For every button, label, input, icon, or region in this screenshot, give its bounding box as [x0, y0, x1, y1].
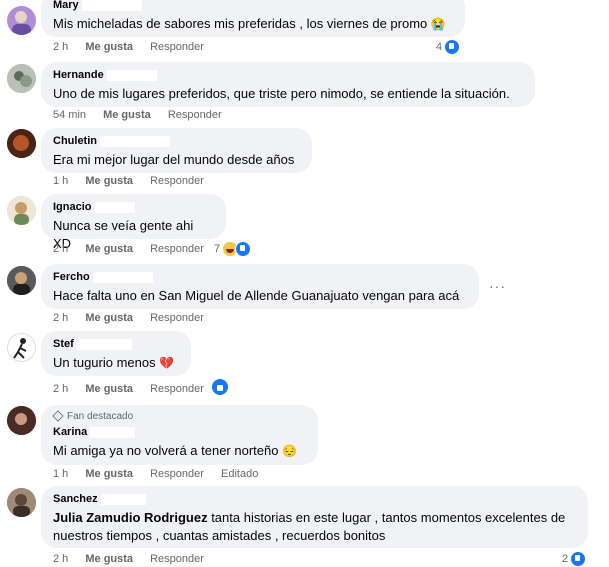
avatar[interactable]	[7, 129, 36, 158]
avatar[interactable]	[7, 488, 36, 517]
comment-actions: 2 h Me gusta Responder	[53, 41, 218, 53]
top-fan-badge: Fan destacado	[52, 410, 306, 423]
like-button[interactable]: Me gusta	[85, 383, 133, 395]
comment-actions: 2 h Me gusta Responder	[53, 553, 218, 565]
commenter-name[interactable]: Karina	[53, 425, 306, 439]
reply-button[interactable]: Responder	[150, 175, 204, 187]
like-reaction-icon	[444, 39, 461, 55]
like-button[interactable]: Me gusta	[103, 109, 151, 121]
reply-button[interactable]: Responder	[150, 553, 204, 565]
reply-button[interactable]: Responder	[150, 243, 204, 255]
comment-text: Julia Zamudio Rodriguez tanta historias …	[53, 510, 566, 543]
commenter-name[interactable]: Mary	[53, 0, 453, 12]
comment-text: Hace falta uno en San Miguel de Allende …	[53, 288, 460, 303]
avatar[interactable]	[7, 406, 36, 435]
commenter-name[interactable]: Fercho	[53, 270, 467, 284]
like-button[interactable]: Me gusta	[85, 312, 133, 324]
avatar[interactable]	[7, 266, 36, 295]
comment-actions: 1 h Me gusta Responder Editado	[53, 468, 272, 480]
comment-actions: 2 h Me gusta Responder	[53, 383, 218, 395]
comment-bubble: Sanchez Julia Zamudio Rodriguez tanta hi…	[41, 486, 588, 548]
like-reaction-icon[interactable]	[212, 379, 228, 395]
more-options-icon[interactable]: ···	[489, 278, 506, 294]
crying-emoji-icon: 😭	[430, 17, 446, 31]
reply-button[interactable]: Responder	[150, 468, 204, 480]
comment-time[interactable]: 1 h	[53, 468, 68, 480]
comment-text: Mi amiga ya no volverá a tener norteño 😔	[53, 443, 298, 458]
comment-bubble: Stef Un tugurio menos 💔	[41, 331, 191, 376]
comment-text: Uno de mis lugares preferidos, que trist…	[53, 86, 510, 101]
like-button[interactable]: Me gusta	[85, 468, 133, 480]
reply-button[interactable]: Responder	[150, 41, 204, 53]
diamond-icon	[52, 410, 64, 423]
commenter-name[interactable]: Hernande	[53, 68, 523, 82]
comment-text: Mis micheladas de sabores mis preferidas…	[53, 16, 446, 31]
comment-time[interactable]: 2 h	[53, 553, 68, 565]
edited-label: Editado	[221, 468, 259, 480]
comment-bubble: Hernande Uno de mis lugares preferidos, …	[41, 62, 535, 107]
like-reaction-icon	[235, 241, 252, 257]
comment-time[interactable]: 1 h	[53, 175, 68, 187]
pensive-emoji-icon: 😔	[282, 444, 298, 458]
reply-button[interactable]: Responder	[150, 383, 204, 395]
reaction-summary[interactable]: 7	[214, 241, 252, 257]
like-button[interactable]: Me gusta	[85, 175, 133, 187]
comment-time[interactable]: 54 min	[53, 109, 86, 121]
comment-text: Era mi mejor lugar del mundo desde años	[53, 152, 295, 167]
comment-time[interactable]: 2 h	[53, 243, 68, 255]
mention-link[interactable]: Julia Zamudio Rodriguez	[53, 510, 208, 525]
avatar[interactable]	[7, 6, 36, 35]
avatar[interactable]	[7, 64, 36, 93]
comment-bubble: Fan destacado Karina Mi amiga ya no volv…	[41, 405, 318, 465]
comment-actions: 1 h Me gusta Responder	[53, 175, 218, 187]
like-button[interactable]: Me gusta	[85, 243, 133, 255]
comment-bubble: Chuletin Era mi mejor lugar del mundo de…	[41, 128, 312, 173]
comment-time[interactable]: 2 h	[53, 41, 68, 53]
comment-text: Un tugurio menos 💔	[53, 355, 175, 370]
comment-time[interactable]: 2 h	[53, 312, 68, 324]
like-reaction-icon	[570, 551, 587, 567]
comment-actions: 2 h Me gusta Responder	[53, 312, 218, 324]
avatar[interactable]	[7, 333, 36, 362]
commenter-name[interactable]: Ignacio	[53, 200, 214, 214]
like-button[interactable]: Me gusta	[85, 553, 133, 565]
comment-bubble: Ignacio Nunca se veía gente ahi XD	[41, 194, 226, 251]
avatar[interactable]	[7, 196, 36, 225]
comment-time[interactable]: 2 h	[53, 383, 68, 395]
comment-actions: 54 min Me gusta Responder	[53, 109, 236, 121]
reaction-summary[interactable]: 4	[436, 39, 461, 55]
reply-button[interactable]: Responder	[150, 312, 204, 324]
comment-bubble: Fercho Hace falta uno en San Miguel de A…	[41, 264, 479, 309]
commenter-name[interactable]: Chuletin	[53, 134, 300, 148]
like-button[interactable]: Me gusta	[85, 41, 133, 53]
reaction-summary[interactable]: 2	[562, 551, 587, 567]
comment-actions: 2 h Me gusta Responder	[53, 243, 218, 255]
commenter-name[interactable]: Sanchez	[53, 492, 576, 506]
comment-bubble: Mary Mis micheladas de sabores mis prefe…	[41, 0, 465, 37]
reply-button[interactable]: Responder	[168, 109, 222, 121]
broken-heart-emoji-icon: 💔	[159, 356, 175, 370]
commenter-name[interactable]: Stef	[53, 337, 179, 351]
